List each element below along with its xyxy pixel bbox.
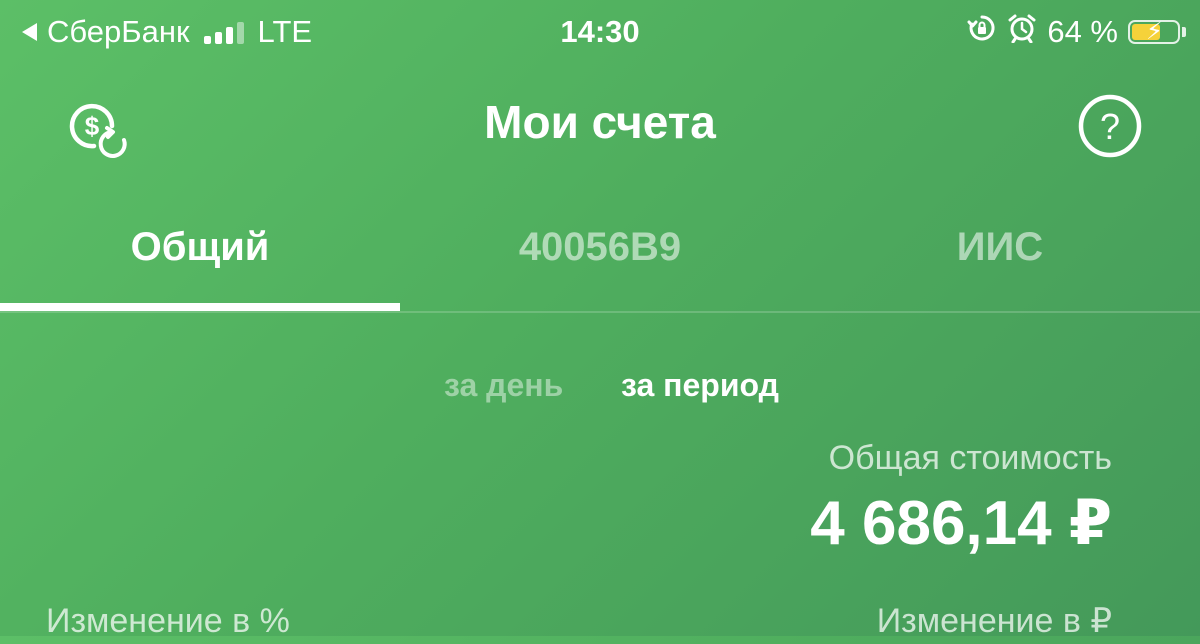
period-range-toggle[interactable]: за период <box>621 362 779 408</box>
tab-account-40056b9[interactable]: 40056B9 <box>400 215 800 279</box>
charging-bolt-icon: ⚡ <box>1146 18 1163 45</box>
total-value-label: Общая стоимость <box>828 439 1112 477</box>
active-tab-indicator <box>0 303 400 311</box>
tab-iis[interactable]: ИИС <box>800 215 1200 279</box>
alarm-icon <box>1007 13 1037 51</box>
tab-general[interactable]: Общий <box>0 215 400 279</box>
orientation-lock-icon <box>967 13 997 51</box>
total-value: 4 686,14 ₽ <box>810 489 1112 558</box>
battery-percent: 64 % <box>1047 14 1118 49</box>
help-icon[interactable]: ? <box>1072 88 1148 164</box>
change-rub-label: Изменение в ₽ <box>876 602 1112 640</box>
page-title: Мои счета <box>484 96 716 148</box>
period-day-toggle[interactable]: за день <box>444 362 563 408</box>
battery-charging-icon: ⚡ <box>1128 18 1180 45</box>
status-bar-right: 64 % ⚡ <box>967 10 1186 54</box>
battery-cap <box>1182 27 1186 37</box>
tabs-divider <box>0 311 1200 313</box>
svg-text:?: ? <box>1100 106 1120 147</box>
change-percent-label: Изменение в % <box>46 602 290 640</box>
